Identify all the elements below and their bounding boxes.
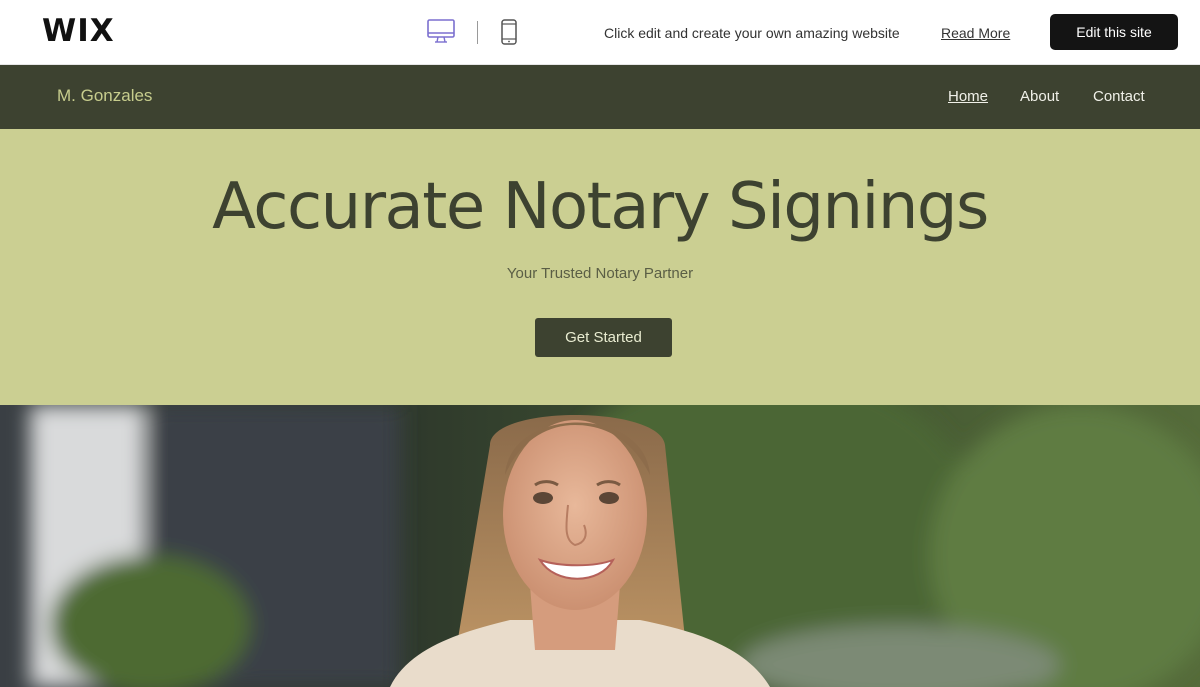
- nav-about[interactable]: About: [1020, 88, 1059, 106]
- hero-section: Accurate Notary Signings Your Trusted No…: [0, 129, 1200, 405]
- woman-portrait-image: [0, 405, 1200, 687]
- hero-subtitle: Your Trusted Notary Partner: [506, 265, 694, 282]
- desktop-view-button[interactable]: [426, 17, 456, 47]
- hero-photo: [0, 405, 1200, 687]
- site-name[interactable]: M. Gonzales: [57, 86, 152, 106]
- desktop-icon: [427, 19, 455, 43]
- wix-logo[interactable]: WIX: [42, 14, 115, 48]
- wix-top-bar: WIX Click edit and create your own amazi…: [0, 0, 1200, 65]
- nav-home[interactable]: Home: [948, 88, 988, 106]
- read-more-link[interactable]: Read More: [941, 24, 1010, 42]
- promo-text: Click edit and create your own amazing w…: [604, 25, 900, 41]
- mobile-icon: [501, 19, 517, 45]
- edit-site-button[interactable]: Edit this site: [1050, 14, 1178, 50]
- get-started-button[interactable]: Get Started: [535, 318, 672, 357]
- hero-title: Accurate Notary Signings: [212, 170, 989, 244]
- site-header: M. Gonzales Home About Contact: [0, 65, 1200, 129]
- mobile-view-button[interactable]: [499, 17, 519, 47]
- nav-contact[interactable]: Contact: [1093, 88, 1145, 106]
- device-divider: [477, 21, 478, 44]
